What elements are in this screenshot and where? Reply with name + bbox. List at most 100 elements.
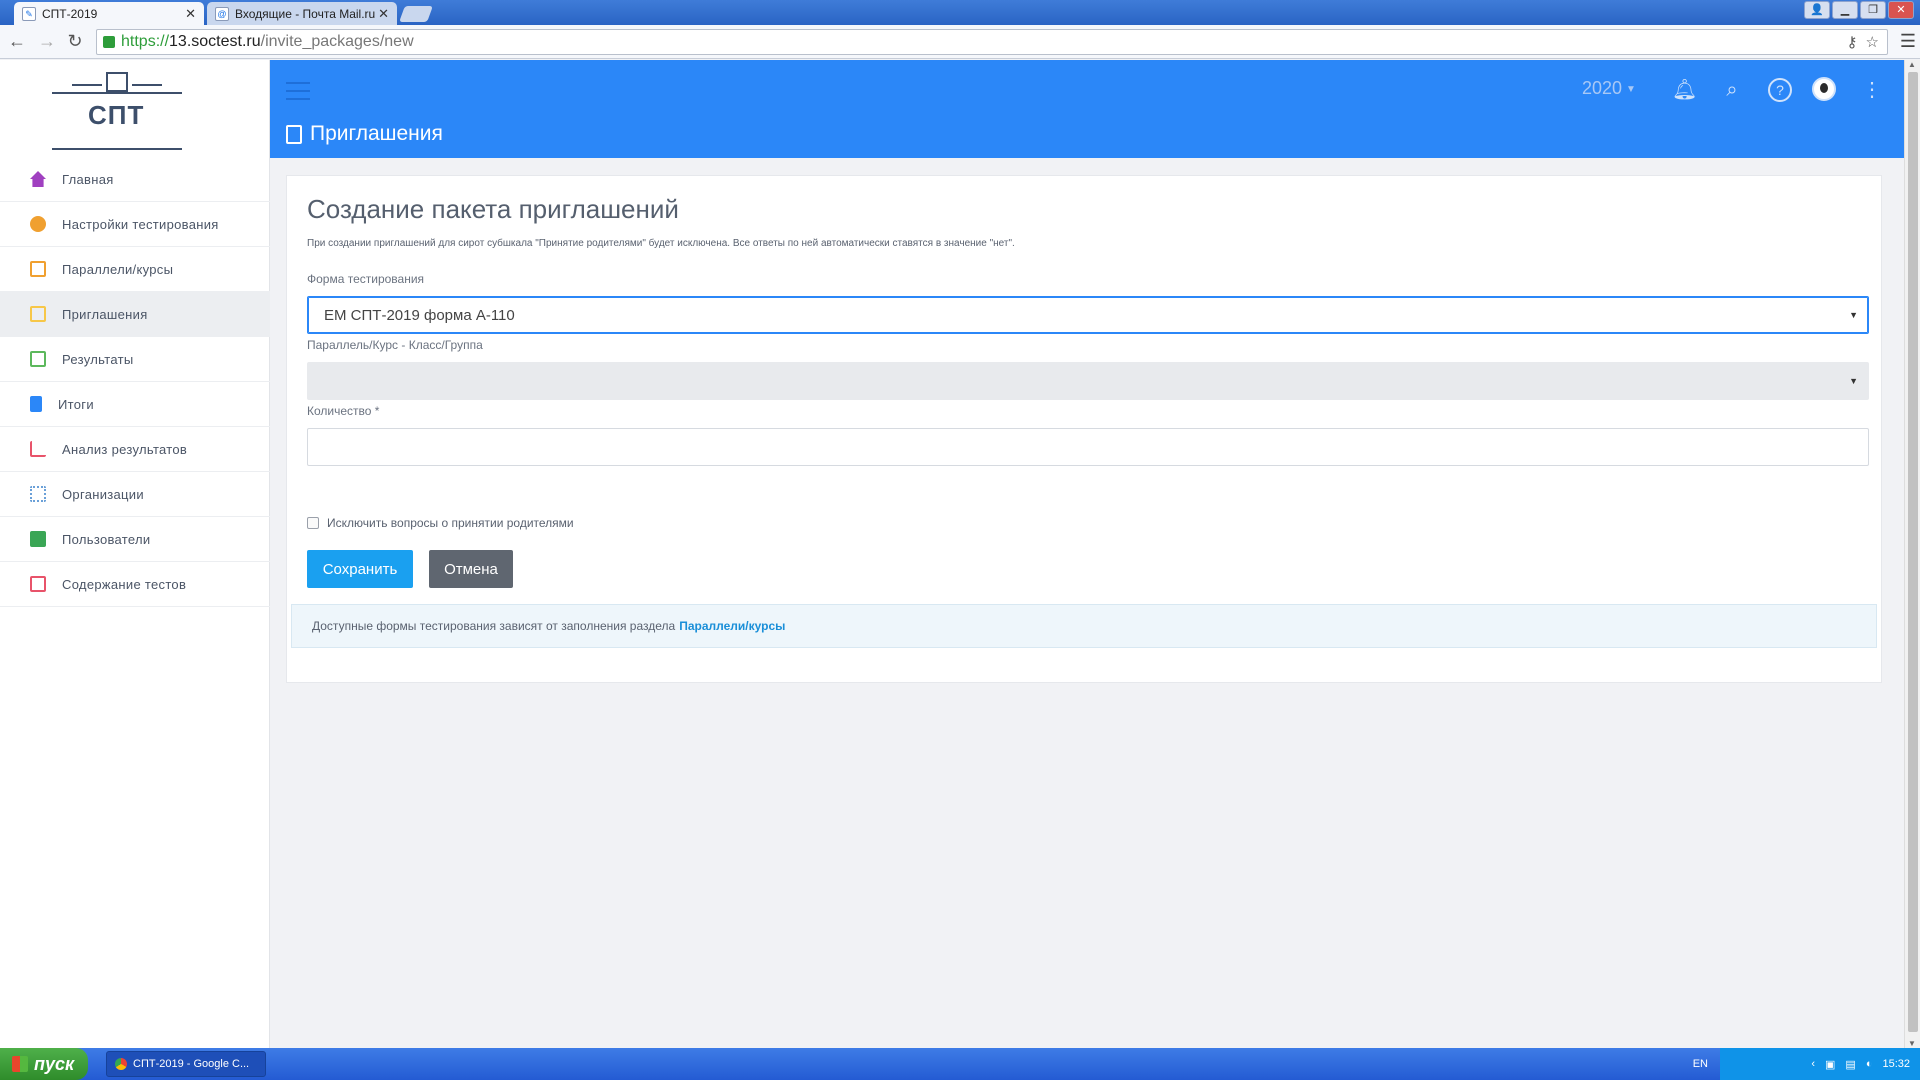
hamburger-menu-icon[interactable] <box>286 82 310 106</box>
url-host: 13.soctest.ru <box>169 33 261 50</box>
page-title: Приглашения <box>286 122 443 146</box>
sidebar-item-users[interactable]: Пользователи <box>0 517 270 562</box>
more-vertical-icon[interactable]: ⋮ <box>1860 78 1884 102</box>
scrollbar-thumb[interactable] <box>1908 72 1918 1032</box>
sidebar-item-invitations[interactable]: Приглашения <box>0 292 270 337</box>
group-select[interactable]: ▼ <box>307 362 1869 400</box>
save-button[interactable]: Сохранить <box>307 550 413 588</box>
sidebar-item-label: Организации <box>62 486 144 502</box>
sidebar: СПТ Главная Настройки тестирования Парал… <box>0 60 270 1048</box>
restore-button[interactable]: ❐ <box>1860 1 1886 19</box>
invite-package-form: Создание пакета приглашений При создании… <box>286 175 1882 683</box>
address-bar[interactable]: https://13.soctest.ru/invite_packages/ne… <box>96 29 1888 55</box>
analysis-icon <box>30 441 46 457</box>
invitation-icon <box>286 124 302 144</box>
taskbar-chrome-window[interactable]: СПТ-2019 - Google C... <box>106 1051 266 1077</box>
exclude-parents-label: Исключить вопросы о принятии родителями <box>327 516 574 530</box>
back-icon[interactable]: ← <box>6 31 28 52</box>
year-selector[interactable]: 2020 ▼ <box>1582 78 1636 99</box>
clock[interactable]: 15:32 <box>1882 1058 1910 1070</box>
tab-close-icon[interactable]: ✕ <box>378 6 389 22</box>
sidebar-item-label: Анализ результатов <box>62 441 188 457</box>
mail-favicon-icon: @ <box>215 6 229 21</box>
form-note: При создании приглашений для сирот субшк… <box>307 238 1015 249</box>
scroll-up-icon[interactable]: ▲ <box>1908 60 1916 69</box>
start-button[interactable]: пуск <box>0 1048 88 1080</box>
tab-close-icon[interactable]: ✕ <box>185 6 196 22</box>
key-icon[interactable]: ⚷ <box>1847 33 1858 51</box>
sidebar-item-organizations[interactable]: Организации <box>0 472 270 517</box>
results-icon <box>30 351 46 367</box>
sidebar-menu: Главная Настройки тестирования Параллели… <box>0 157 270 607</box>
browser-tab-inactive[interactable]: @ Входящие - Почта Mail.ru ✕ <box>207 2 397 25</box>
system-tray: ‹ ▣ ▤ ◐ 15:32 <box>1720 1048 1920 1080</box>
page-favicon-icon: ✎ <box>22 6 36 21</box>
browser-toolbar: ← → ↻ https://13.soctest.ru/invite_packa… <box>0 25 1920 59</box>
url-path: /invite_packages/new <box>260 33 414 50</box>
tab-title: Входящие - Почта Mail.ru <box>235 6 376 21</box>
quantity-input[interactable] <box>307 428 1869 466</box>
test-form-label: Форма тестирования <box>307 272 425 286</box>
checkbox-box[interactable] <box>307 517 319 529</box>
sidebar-item-tests-content[interactable]: Содержание тестов <box>0 562 270 607</box>
user-icon[interactable]: 👤 <box>1804 1 1830 19</box>
dropdown-arrow-icon: ▼ <box>1849 376 1858 386</box>
bookmark-star-icon[interactable]: ☆ <box>1866 33 1879 51</box>
quantity-label: Количество * <box>307 404 380 418</box>
sidebar-item-analysis[interactable]: Анализ результатов <box>0 427 270 472</box>
totals-icon <box>30 396 42 412</box>
tray-arrow-icon[interactable]: ‹ <box>1811 1058 1815 1070</box>
year-value: 2020 <box>1582 78 1623 98</box>
new-tab-button[interactable] <box>399 6 433 22</box>
sidebar-item-totals[interactable]: Итоги <box>0 382 270 427</box>
avatar[interactable] <box>1812 77 1836 101</box>
invitation-icon <box>30 306 46 322</box>
logo-text: СПТ <box>88 100 145 130</box>
tray-app-icon[interactable]: ▣ <box>1825 1058 1835 1071</box>
sidebar-item-label: Пользователи <box>62 531 151 547</box>
search-icon[interactable]: ⌕ <box>1720 78 1744 102</box>
cancel-button[interactable]: Отмена <box>429 550 513 588</box>
browser-tabstrip: ✎ СПТ-2019 ✕ @ Входящие - Почта Mail.ru … <box>0 0 1920 25</box>
browser-tab-active[interactable]: ✎ СПТ-2019 ✕ <box>14 2 204 25</box>
courses-link[interactable]: Параллели/курсы <box>679 619 785 633</box>
minimize-button[interactable]: ▁ <box>1832 1 1858 19</box>
close-window-button[interactable]: ✕ <box>1888 1 1914 19</box>
task-label: СПТ-2019 - Google C... <box>133 1058 250 1070</box>
tray-volume-icon[interactable]: ◐ <box>1866 1058 1873 1070</box>
tab-title: СПТ-2019 <box>42 6 98 21</box>
app-header: 2020 ▼ 🔔︎ ⌕ ? ⋮ Приглашения <box>270 60 1904 158</box>
settings-icon <box>30 216 46 232</box>
app-logo[interactable]: СПТ <box>52 70 182 150</box>
window-controls: 👤 ▁ ❐ ✕ <box>1804 1 1914 19</box>
sidebar-item-results[interactable]: Результаты <box>0 337 270 382</box>
bell-icon[interactable]: 🔔︎ <box>1672 78 1697 102</box>
test-form-select[interactable]: ЕМ СПТ-2019 форма А-110 ▼ <box>307 296 1869 334</box>
start-label: пуск <box>34 1053 75 1074</box>
caret-down-icon: ▼ <box>1626 83 1636 95</box>
dropdown-arrow-icon: ▼ <box>1849 310 1858 320</box>
exclude-parents-checkbox[interactable]: Исключить вопросы о принятии родителями <box>307 516 574 530</box>
page-scrollbar[interactable]: ▲ ▼ <box>1904 60 1920 1048</box>
page-title-text: Приглашения <box>310 122 443 145</box>
scroll-down-icon[interactable]: ▼ <box>1908 1039 1916 1048</box>
tray-network-icon[interactable]: ▤ <box>1845 1058 1855 1071</box>
sidebar-item-home[interactable]: Главная <box>0 157 270 202</box>
chrome-icon <box>115 1058 127 1070</box>
help-icon[interactable]: ? <box>1768 78 1792 102</box>
sidebar-item-courses[interactable]: Параллели/курсы <box>0 247 270 292</box>
windows-taskbar: пуск СПТ-2019 - Google C... EN ‹ ▣ ▤ ◐ 1… <box>0 1048 1920 1080</box>
courses-icon <box>30 261 46 277</box>
forward-icon[interactable]: → <box>36 31 58 52</box>
reload-icon[interactable]: ↻ <box>64 31 86 52</box>
organizations-icon <box>30 486 46 502</box>
sidebar-item-settings[interactable]: Настройки тестирования <box>0 202 270 247</box>
sidebar-item-label: Параллели/курсы <box>62 261 174 277</box>
sidebar-item-label: Результаты <box>62 351 134 367</box>
test-form-value: ЕМ СПТ-2019 форма А-110 <box>324 306 515 324</box>
language-indicator[interactable]: EN <box>1693 1058 1708 1070</box>
url-scheme: https:// <box>121 33 170 50</box>
tests-content-icon <box>30 576 46 592</box>
browser-menu-icon[interactable]: ☰ <box>1900 31 1916 52</box>
group-label: Параллель/Курс - Класс/Группа <box>307 338 483 352</box>
